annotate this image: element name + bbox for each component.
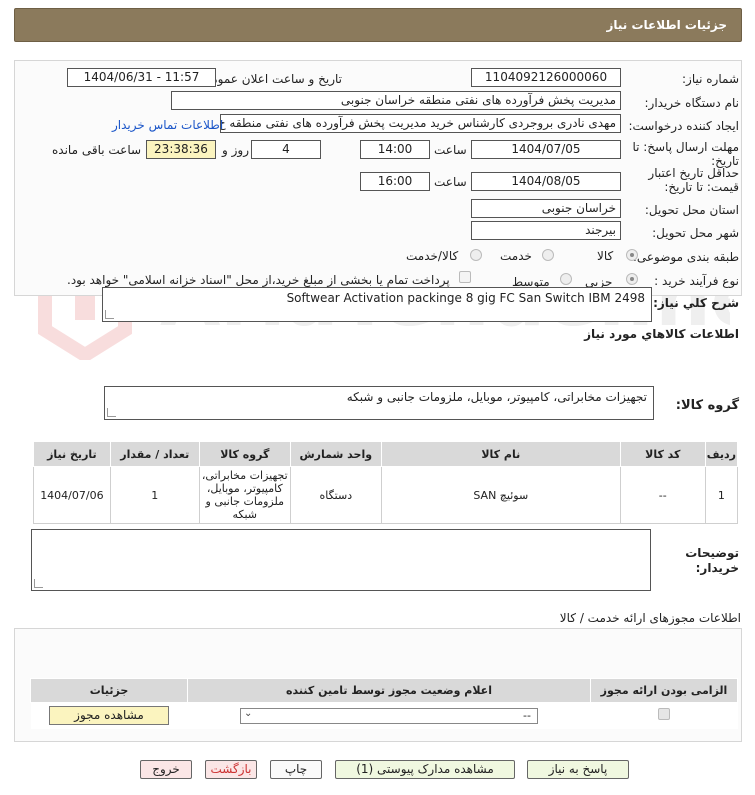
validity-date-field: 1404/08/05 xyxy=(471,172,621,191)
category-service-radio[interactable] xyxy=(542,249,554,261)
purchase-type-label: نوع فرآیند خرید : xyxy=(654,274,739,288)
deadline-time-label: ساعت xyxy=(434,143,467,157)
col-item-group: گروه کالا xyxy=(198,441,291,467)
deadline-label: مهلت ارسال پاسخ: تا تاریخ: xyxy=(632,140,739,168)
cell-row-number: 1 xyxy=(704,466,739,524)
chevron-down-icon: ⌄ xyxy=(244,707,253,719)
license-required-cell xyxy=(590,702,738,729)
summary-textarea[interactable]: Softwear Activation packinge 8 gig FC Sa… xyxy=(102,287,652,322)
col-license-required: الزامی بودن ارائه مجوز xyxy=(590,678,738,703)
need-number-field: 1104092126000060 xyxy=(471,68,621,87)
remaining-label: ساعت باقی مانده xyxy=(52,143,142,157)
col-license-details: جزئیات xyxy=(30,678,188,703)
license-details-cell: مشاهده مجوز xyxy=(30,702,188,729)
summary-text: Softwear Activation packinge 8 gig FC Sa… xyxy=(286,291,645,305)
city-field: بیرجند xyxy=(471,221,621,240)
col-license-status: اعلام وضعیت مجوز توسط تامین کننده xyxy=(187,678,591,703)
cell-item-name: سوئیچ SAN xyxy=(380,466,621,524)
license-status-value: -- xyxy=(523,708,531,722)
goods-group-label: گروه کالا: xyxy=(675,398,739,413)
goods-group-text: تجهیزات مخابراتی، کامپیوتر، موبایل، ملزو… xyxy=(346,390,647,404)
treasury-payment-checkbox[interactable] xyxy=(459,271,471,283)
print-button[interactable]: چاپ xyxy=(270,760,322,779)
validity-time-field: 16:00 xyxy=(360,172,430,191)
contact-info-link[interactable]: اطلاعات تماس خریدار xyxy=(112,118,223,132)
reply-button[interactable]: پاسخ به نیاز xyxy=(527,760,629,779)
licenses-title: اطلاعات مجوزهای ارائه خدمت / کالا xyxy=(559,611,741,625)
days-label: روز و xyxy=(222,143,249,157)
deadline-date-field: 1404/07/05 xyxy=(471,140,621,159)
creator-label: ایجاد کننده درخواست: xyxy=(628,119,739,133)
cell-need-date: 1404/07/06 xyxy=(33,466,111,524)
validity-label: حداقل تاریخ اعتبار قیمت: تا تاریخ: xyxy=(648,166,739,194)
treasury-payment-note: پرداخت تمام یا بخشی از مبلغ خرید،از محل … xyxy=(67,273,450,287)
purchase-minor-radio[interactable] xyxy=(626,273,638,285)
need-number-label: شماره نیاز: xyxy=(682,72,739,86)
col-row-number: ردیف xyxy=(704,441,739,467)
category-both-radio[interactable] xyxy=(470,249,482,261)
buyer-label: نام دستگاه خریدار: xyxy=(644,96,740,110)
city-label: شهر محل تحویل: xyxy=(652,226,739,240)
creator-field: مهدی نادری بروجردی کارشناس خرید مدیریت پ… xyxy=(220,114,621,133)
resize-grip-icon[interactable] xyxy=(34,579,43,588)
buyer-field: مدیریت پخش فرآورده های نفتی منطقه خراسان… xyxy=(171,91,621,110)
category-label: طبقه بندی موضوعی: xyxy=(632,250,739,264)
col-item-code: کد کالا xyxy=(619,441,706,467)
exit-button[interactable]: خروج xyxy=(140,760,192,779)
purchase-medium-radio[interactable] xyxy=(560,273,572,285)
category-both-label: کالا/خدمت xyxy=(406,249,459,263)
goods-table: ردیف کد کالا نام کالا واحد شمارش گروه کا… xyxy=(33,441,739,524)
goods-group-textarea[interactable]: تجهیزات مخابراتی، کامپیوتر، موبایل، ملزو… xyxy=(104,386,654,420)
cell-quantity: 1 xyxy=(109,466,200,524)
resize-grip-icon[interactable] xyxy=(105,310,114,319)
license-status-cell: ⌄ -- xyxy=(187,702,591,729)
buyer-notes-textarea[interactable] xyxy=(31,529,651,591)
goods-table-header: ردیف کد کالا نام کالا واحد شمارش گروه کا… xyxy=(33,441,739,467)
back-button[interactable]: بازگشت xyxy=(205,760,257,779)
days-field: 4 xyxy=(251,140,321,159)
license-status-select[interactable]: ⌄ -- xyxy=(240,707,538,724)
validity-time-label: ساعت xyxy=(434,175,467,189)
cell-item-group: تجهیزات مخابراتی، کامپیوتر، موبایل، ملزو… xyxy=(198,466,291,524)
remaining-time-field: 23:38:36 xyxy=(146,140,216,159)
buyer-notes-label: توضیحات خریدار: xyxy=(685,546,739,575)
announce-label: تاریخ و ساعت اعلان عمومی: xyxy=(197,72,342,86)
col-unit: واحد شمارش xyxy=(289,441,382,467)
category-service-label: خدمت xyxy=(500,249,532,263)
col-item-name: نام کالا xyxy=(380,441,621,467)
category-goods-label: کالا xyxy=(597,249,614,263)
cell-item-code: -- xyxy=(619,466,706,524)
license-required-checkbox xyxy=(658,708,670,721)
category-goods-radio[interactable] xyxy=(626,249,638,261)
summary-label: شرح کلي نياز: xyxy=(653,296,739,310)
cell-unit: دستگاه xyxy=(289,466,382,524)
page-title: جزئیات اطلاعات نیاز xyxy=(606,18,727,32)
view-attachments-button[interactable]: مشاهده مدارک پیوستی (1) xyxy=(335,760,515,779)
view-license-button[interactable]: مشاهده مجوز xyxy=(49,706,169,726)
goods-section-title: اطلاعات کالاهاي مورد نياز xyxy=(584,327,739,341)
province-field: خراسان جنوبی xyxy=(471,199,621,218)
page-header: جزئیات اطلاعات نیاز xyxy=(14,8,742,42)
announce-field: 1404/06/31 - 11:57 xyxy=(67,68,216,87)
table-row: 1 -- سوئیچ SAN دستگاه تجهیزات مخابراتی، … xyxy=(33,466,739,524)
col-need-date: تاریخ نیاز xyxy=(33,441,111,467)
licenses-table: الزامی بودن ارائه مجوز اعلام وضعیت مجوز … xyxy=(30,678,738,729)
resize-grip-icon[interactable] xyxy=(107,408,116,417)
col-quantity: تعداد / مقدار xyxy=(109,441,200,467)
deadline-time-field: 14:00 xyxy=(360,140,430,159)
province-label: استان محل تحویل: xyxy=(644,203,739,217)
